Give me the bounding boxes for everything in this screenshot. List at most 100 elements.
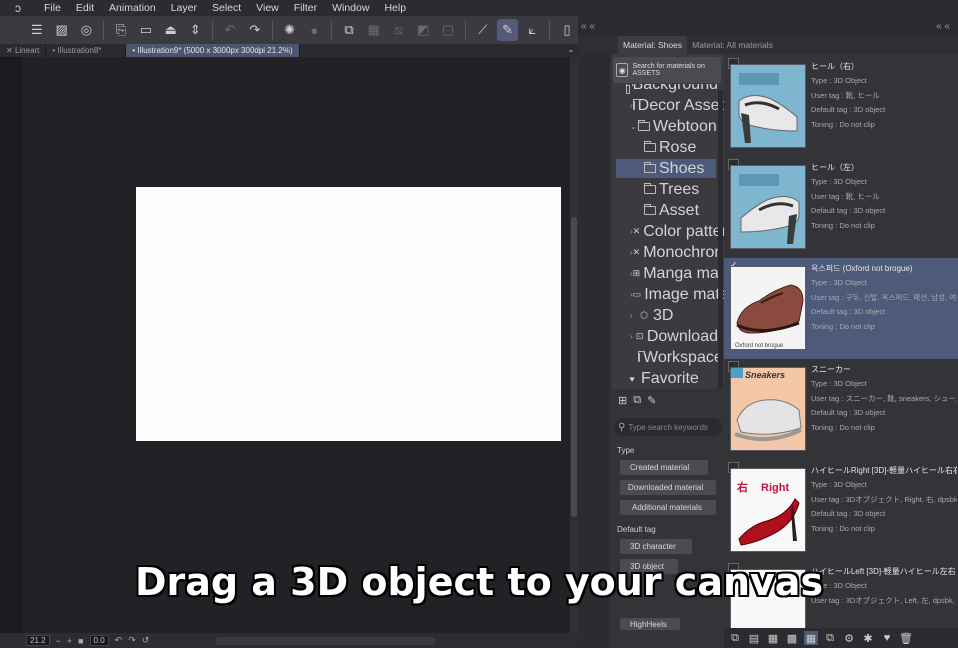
canvas-paper[interactable] xyxy=(136,187,561,441)
collapse-panel-icon[interactable]: « « xyxy=(581,21,595,32)
menu-select[interactable]: Select xyxy=(204,2,248,14)
tree-item-download[interactable]: › ⊡ Download xyxy=(630,327,718,346)
menu-window[interactable]: Window xyxy=(324,2,376,14)
tag-3d-character-button[interactable]: 3D character xyxy=(620,539,692,554)
material-item-selected[interactable]: ✓ Oxford not brogue 옥스퍼드 (Oxford not bro… xyxy=(724,258,958,359)
list-view-icon[interactable]: ▤ xyxy=(747,631,761,645)
menu-file[interactable]: File xyxy=(36,2,68,14)
device-icon[interactable]: ▯ xyxy=(556,19,578,41)
chevron-right-icon[interactable]: › xyxy=(630,311,638,320)
vertical-scrollbar[interactable] xyxy=(570,57,578,633)
tree-item-favorite[interactable]: ♥ Favorite xyxy=(626,369,718,388)
menu-icon[interactable]: ☰ xyxy=(26,19,48,41)
tree-item-background[interactable]: Background xyxy=(624,84,718,94)
tree-item-3d[interactable]: › ⬡ 3D xyxy=(630,306,718,325)
new-folder-icon[interactable]: ⊞ xyxy=(618,394,627,412)
material-item[interactable]: Sneakers スニーカー Type : 3D Object User tag… xyxy=(724,359,958,460)
tree-item-color-pattern[interactable]: › ✕ Color pattern xyxy=(630,222,736,241)
undo-icon[interactable]: ↶ xyxy=(219,19,241,41)
toolbar-divider xyxy=(212,20,214,40)
fill-icon[interactable]: ⧅ xyxy=(388,19,410,41)
expand-panel-icon[interactable]: « « xyxy=(936,21,950,32)
keyword-search-input[interactable]: ⚲ Type search keywords xyxy=(614,418,722,436)
loading-icon[interactable]: ✺ xyxy=(279,19,301,41)
ruler-icon[interactable]: ✎ xyxy=(496,19,519,41)
tree-item-asset[interactable]: Asset xyxy=(616,201,716,220)
search-assets-button[interactable]: ◉ Search for materials on ASSETS xyxy=(613,57,721,83)
large-thumb-icon[interactable]: ▩ xyxy=(785,631,799,645)
grid-view-icon[interactable]: ▦ xyxy=(804,631,818,645)
tab-illustration9[interactable]: • Illustration9* (5000 x 3000px 300dpi 2… xyxy=(126,44,300,57)
tab-illustration8[interactable]: • Illustration8* xyxy=(46,44,127,57)
paste-icon[interactable]: ▦ xyxy=(363,19,385,41)
menu-view[interactable]: View xyxy=(248,2,286,14)
zoom-in-icon[interactable]: + xyxy=(67,636,72,646)
select-icon[interactable]: ▢ xyxy=(437,19,459,41)
favorite-icon[interactable]: ♥ xyxy=(880,631,894,645)
zoom-field[interactable]: 21.2 xyxy=(26,635,50,646)
paste-material-icon[interactable]: ⧉ xyxy=(823,631,837,645)
redo-icon[interactable]: ↷ xyxy=(244,19,266,41)
copy-folder-icon[interactable]: ⧉ xyxy=(633,394,641,412)
clip-studio-icon[interactable]: ◎ xyxy=(76,19,98,41)
material-user-tag: User tag : 3Dオブジェクト, Right, 右, dpsbk, hi… xyxy=(811,494,957,504)
menu-animation[interactable]: Animation xyxy=(101,2,163,14)
rotate-left-icon[interactable]: ↶ xyxy=(115,635,123,646)
tree-item-manga-material[interactable]: › ⊞ Manga material xyxy=(630,264,754,283)
reset-rotation-icon[interactable]: ↺ xyxy=(142,635,150,646)
tree-item-monochromatic[interactable]: ›✕Monochromatic p xyxy=(630,243,718,262)
image-icon: ▭ xyxy=(632,289,642,299)
fit-icon[interactable]: ■ xyxy=(78,636,83,646)
tree-item-trees[interactable]: Trees xyxy=(616,180,716,199)
transform-icon[interactable]: ◩ xyxy=(412,19,434,41)
tree-item-decor-asset[interactable]: › Decor Asset xyxy=(630,96,724,115)
material-toning: Toning : Do not clip xyxy=(811,523,875,533)
trash-icon[interactable]: 🗑 xyxy=(899,631,913,645)
new-file-icon[interactable]: ⎘ xyxy=(110,19,132,41)
menu-help[interactable]: Help xyxy=(376,2,413,14)
save-icon[interactable]: ⏏ xyxy=(160,19,182,41)
tree-item-workspace[interactable]: Workspace xyxy=(630,348,723,367)
tree-scrollbar[interactable] xyxy=(718,90,723,390)
document-tabs: ✕ Lineart • Illustration8* • Illustratio… xyxy=(0,44,578,57)
swap-icon[interactable]: ⇕ xyxy=(184,19,206,41)
tab-material-all[interactable]: Material: All materials xyxy=(687,36,778,54)
created-material-button[interactable]: Created material xyxy=(620,460,708,475)
menu-filter[interactable]: Filter xyxy=(286,2,324,14)
menu-edit[interactable]: Edit xyxy=(68,2,101,14)
tab-material-shoes[interactable]: Material: Shoes xyxy=(618,36,688,54)
pencil-icon[interactable]: ⟀ xyxy=(521,19,543,41)
edit-folder-icon[interactable]: ✎ xyxy=(647,394,656,412)
open-icon[interactable]: ▭ xyxy=(135,19,157,41)
downloaded-material-button[interactable]: Downloaded material xyxy=(620,480,716,495)
detail-view-icon[interactable]: ⧉ xyxy=(728,631,742,645)
copy-icon[interactable]: ⧉ xyxy=(338,19,360,41)
new-canvas-icon[interactable]: ▨ xyxy=(51,19,73,41)
zoom-out-icon[interactable]: − xyxy=(56,636,61,646)
chevron-down-icon[interactable]: ⌄ xyxy=(564,44,578,57)
material-item[interactable]: 右 Right ハイヒールRight [3D]-軽量ハイヒール右右 [3D] T… xyxy=(724,460,958,561)
settings-icon[interactable]: ⚙ xyxy=(842,631,856,645)
rotate-right-icon[interactable]: ↷ xyxy=(128,635,136,646)
menu-layer[interactable]: Layer xyxy=(163,2,204,14)
heart-icon: ♥ xyxy=(629,373,635,384)
tab-lineart[interactable]: ✕ Lineart xyxy=(0,44,47,57)
additional-materials-button[interactable]: Additional materials xyxy=(620,500,716,515)
small-thumb-icon[interactable]: ▦ xyxy=(766,631,780,645)
tree-item-webtoon[interactable]: ⌄ Webtoon xyxy=(630,117,718,136)
tree-item-shoes[interactable]: Shoes xyxy=(616,159,716,178)
material-item[interactable]: ヒール（左） Type : 3D Object User tag : 靴, ヒー… xyxy=(724,157,958,258)
scrollbar-thumb[interactable] xyxy=(571,217,577,517)
horizontal-scrollbar[interactable] xyxy=(215,636,436,645)
chevron-down-icon[interactable]: ⌄ xyxy=(630,122,638,131)
pen-icon[interactable]: ⟋ xyxy=(472,19,494,41)
material-item[interactable]: ヒール（右） Type : 3D Object User tag : 靴, ヒー… xyxy=(724,56,958,157)
pattern-icon: ✕ xyxy=(632,247,641,257)
tag-highheels-button[interactable]: HighHeels xyxy=(620,618,680,630)
tree-item-image-material[interactable]: › ▭ Image material xyxy=(630,285,750,304)
clip-studio-logo-icon[interactable]: ↄ xyxy=(0,0,36,16)
clear-icon[interactable]: ● xyxy=(303,19,325,41)
tree-item-rose[interactable]: Rose xyxy=(616,138,716,157)
rotation-field[interactable]: 0.0 xyxy=(89,635,109,646)
info-icon[interactable]: ✱ xyxy=(861,631,875,645)
